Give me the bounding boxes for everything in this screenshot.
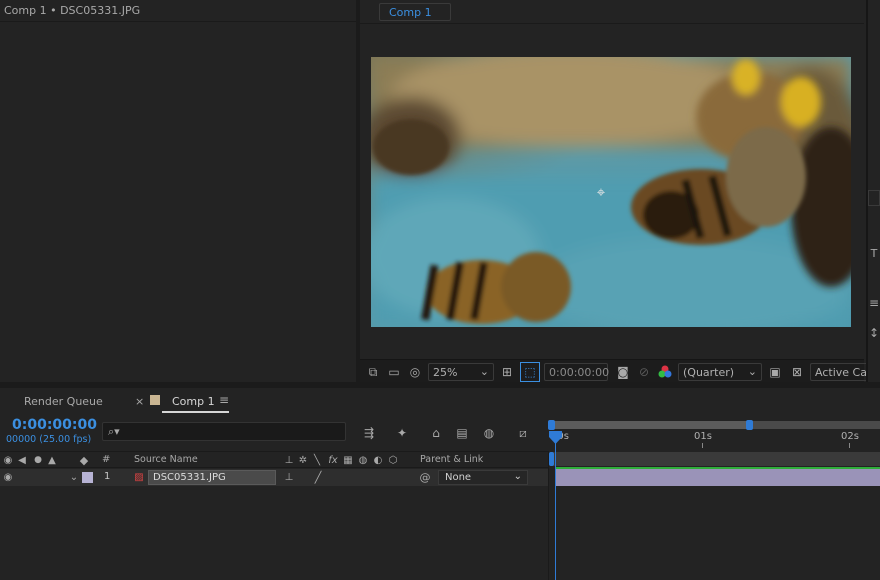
parent-value: None — [445, 472, 472, 483]
column-parent-link[interactable]: Parent & Link — [420, 454, 483, 465]
project-panel: Comp 1 • DSC05331.JPG — [0, 0, 356, 382]
image-file-icon: ▨ — [134, 472, 144, 483]
leading-icon[interactable]: ↕ — [868, 325, 880, 341]
zoom-select[interactable]: 25% ⌄ — [428, 363, 494, 381]
transparency-grid-icon[interactable]: ⊠ — [788, 363, 806, 381]
ruler-label-2: 02s — [841, 431, 859, 442]
ruler-tick — [849, 443, 850, 448]
quality-switch-icon[interactable]: ╲ — [311, 452, 323, 468]
viewer-tab-comp[interactable]: Comp 1 — [379, 3, 451, 21]
lock-icon[interactable]: ▲ — [46, 452, 58, 468]
zoom-value: 25% — [433, 366, 458, 379]
work-area-range[interactable] — [553, 421, 750, 429]
resolution-value: (Quarter) — [683, 366, 735, 379]
motion-blur-icon[interactable]: ◍ — [480, 424, 498, 442]
graph-editor-icon[interactable]: ⧄ — [514, 424, 532, 442]
timeline-panel: Render Queue × Comp 1 ≡ 0:00:00:00 00000… — [0, 388, 880, 580]
project-panel-header: Comp 1 • DSC05331.JPG — [0, 0, 356, 22]
channel-icon[interactable] — [656, 363, 674, 381]
current-time-display[interactable]: 0:00:00:00 — [12, 417, 97, 433]
3d-layer-switch-icon[interactable]: ⬡ — [387, 452, 399, 468]
viewer-tab-bar: Comp 1 — [360, 0, 864, 24]
layer-number: 1 — [104, 471, 111, 482]
snapshot-icon[interactable]: ⊘ — [635, 363, 653, 381]
always-preview-icon[interactable]: ⧉ — [364, 363, 382, 381]
column-source-name[interactable]: Source Name — [134, 454, 198, 465]
frame-blend-switch-icon[interactable]: ▦ — [342, 452, 354, 468]
tab-render-queue[interactable]: Render Queue — [24, 395, 103, 408]
audio-icon[interactable]: ◀ — [16, 452, 28, 468]
viewer-canvas[interactable]: ⌖ — [360, 25, 864, 359]
layer-duration-bar[interactable] — [555, 469, 880, 486]
pick-whip-icon[interactable]: @ — [418, 469, 432, 486]
work-area-start-handle[interactable] — [548, 420, 555, 430]
motion-blur-switch-icon[interactable]: ◍ — [357, 452, 369, 468]
column-number[interactable]: # — [102, 454, 110, 465]
rgb-channels-icon — [658, 365, 672, 378]
shy-layers-icon[interactable]: ⌂ — [427, 424, 445, 442]
anchor-point-icon[interactable]: ⌖ — [592, 183, 610, 201]
layer-row[interactable]: ◉ ⌄ 1 ▨ DSC05331.JPG ⊥ ╱ @ None ⌄ — [0, 469, 548, 486]
right-panel-edge: T ≡ ↕ — [866, 0, 880, 382]
eye-icon[interactable]: ◉ — [2, 469, 14, 486]
chevron-down-icon[interactable]: ⌄ — [68, 469, 80, 486]
chevron-down-icon: ⌄ — [747, 365, 757, 378]
project-panel-title[interactable]: Comp 1 • DSC05331.JPG — [4, 4, 140, 17]
camera-select[interactable]: Active Ca — [810, 363, 870, 381]
timeline-search-input[interactable]: ⌕▾ — [102, 422, 346, 441]
solo-icon[interactable]: ● — [32, 452, 44, 468]
align-box-icon[interactable] — [868, 190, 880, 206]
mask-visibility-icon[interactable]: ◎ — [406, 363, 424, 381]
draft-3d-icon[interactable]: ✦ — [393, 424, 411, 442]
chevron-down-icon: ⌄ — [479, 365, 489, 378]
active-tab-indicator — [162, 411, 229, 413]
region-of-interest-icon[interactable]: ⬚ — [520, 362, 540, 382]
comp-label-swatch — [150, 395, 160, 405]
monitor-icon[interactable]: ▭ — [385, 363, 403, 381]
fit-grid-icon[interactable]: ⊞ — [498, 363, 516, 381]
quality-switch-icon[interactable]: ╱ — [311, 469, 325, 486]
shy-switch-icon[interactable]: ⊥ — [283, 452, 295, 468]
frame-count-display: 00000 (25.00 fps) — [6, 434, 92, 445]
current-time-indicator[interactable] — [555, 434, 556, 580]
viewer-timecode[interactable]: 0:00:00:00 — [544, 363, 609, 381]
effects-switch-icon[interactable]: fx — [326, 452, 340, 468]
bee-photo — [371, 57, 851, 327]
camera-icon[interactable]: ◙ — [614, 363, 632, 381]
layer-label-color[interactable] — [82, 472, 93, 483]
timeline-tab-bar: Render Queue × Comp 1 ≡ — [0, 388, 880, 414]
ruler-label-1: 01s — [694, 431, 712, 442]
ruler-tick — [702, 443, 703, 448]
layer-in-handle[interactable] — [549, 452, 554, 466]
collapse-switch-icon[interactable]: ✲ — [297, 452, 309, 468]
panel-menu-icon[interactable]: ≡ — [219, 393, 229, 407]
composition-viewer: Comp 1 ⌖ ⧉ ▭ ◎ 25% ⌄ ⊞ ⬚ 0:00:00:00 ◙ ⊘ … — [360, 0, 870, 383]
viewer-toolbar: ⧉ ▭ ◎ 25% ⌄ ⊞ ⬚ 0:00:00:00 ◙ ⊘ (Quarter)… — [360, 359, 870, 383]
comp-duration-bar — [550, 452, 880, 466]
chevron-down-icon: ⌄ — [513, 471, 522, 482]
footage-image — [371, 57, 851, 327]
frame-blending-icon[interactable]: ▤ — [453, 424, 471, 442]
shy-switch-icon[interactable]: ⊥ — [283, 469, 295, 486]
parent-select[interactable]: None ⌄ — [438, 470, 528, 485]
composition-flowchart-icon[interactable]: ⇶ — [360, 424, 378, 442]
work-area-end-handle[interactable] — [746, 420, 753, 430]
layer-name[interactable]: DSC05331.JPG — [148, 470, 276, 485]
eye-icon[interactable]: ◉ — [2, 452, 14, 468]
fast-preview-icon[interactable]: ▣ — [766, 363, 784, 381]
layer-list-empty-area[interactable] — [0, 486, 548, 580]
layer-column-header: ◉ ◀ ● ▲ ◆ # Source Name ⊥ ✲ ╲ fx ▦ ◍ ◐ ⬡… — [0, 451, 548, 468]
adjustment-switch-icon[interactable]: ◐ — [372, 452, 384, 468]
text-tool-icon[interactable]: T — [868, 245, 880, 261]
paragraph-icon[interactable]: ≡ — [868, 295, 880, 311]
tab-comp[interactable]: Comp 1 — [172, 395, 215, 408]
close-icon[interactable]: × — [135, 395, 144, 408]
cti-head-icon[interactable] — [549, 431, 562, 445]
resolution-select[interactable]: (Quarter) ⌄ — [678, 363, 762, 381]
search-icon: ⌕▾ — [108, 425, 120, 438]
label-icon[interactable]: ◆ — [77, 452, 91, 468]
